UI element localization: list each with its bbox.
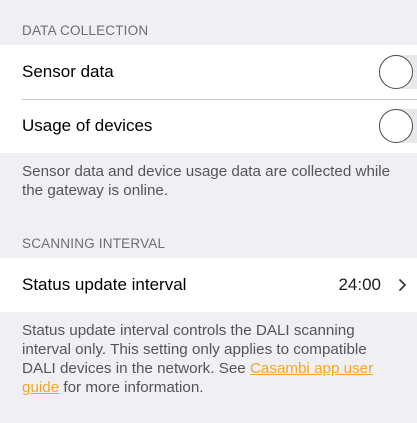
- status-update-interval-label: Status update interval: [22, 275, 187, 294]
- data-collection-footer: Sensor data and device usage data are co…: [0, 153, 417, 223]
- sensor-data-toggle[interactable]: [379, 55, 417, 89]
- usage-of-devices-label: Usage of devices: [22, 116, 153, 135]
- sensor-data-row[interactable]: Sensor data: [0, 45, 417, 99]
- data-collection-group: Sensor data Usage of devices: [0, 45, 417, 153]
- status-update-interval-row[interactable]: Status update interval 24:00: [0, 258, 417, 312]
- section-header-data-collection: DATA COLLECTION: [0, 0, 417, 45]
- section-header-label: SCANNING INTERVAL: [22, 236, 166, 251]
- toggle-knob: [379, 55, 413, 89]
- toggle-knob: [379, 109, 413, 143]
- section-header-label: DATA COLLECTION: [22, 23, 149, 38]
- usage-of-devices-toggle[interactable]: [379, 109, 417, 143]
- sensor-data-label: Sensor data: [22, 62, 114, 81]
- scanning-interval-footer-tail: for more information.: [59, 379, 204, 396]
- usage-of-devices-row[interactable]: Usage of devices: [0, 99, 417, 153]
- scanning-interval-group: Status update interval 24:00: [0, 258, 417, 312]
- section-header-scanning-interval: SCANNING INTERVAL: [0, 223, 417, 258]
- status-update-interval-value: 24:00: [338, 275, 381, 294]
- data-collection-footer-text: Sensor data and device usage data are co…: [22, 163, 391, 199]
- scanning-interval-footer: Status update interval controls the DALI…: [0, 312, 417, 407]
- chevron-right-icon: [399, 279, 406, 291]
